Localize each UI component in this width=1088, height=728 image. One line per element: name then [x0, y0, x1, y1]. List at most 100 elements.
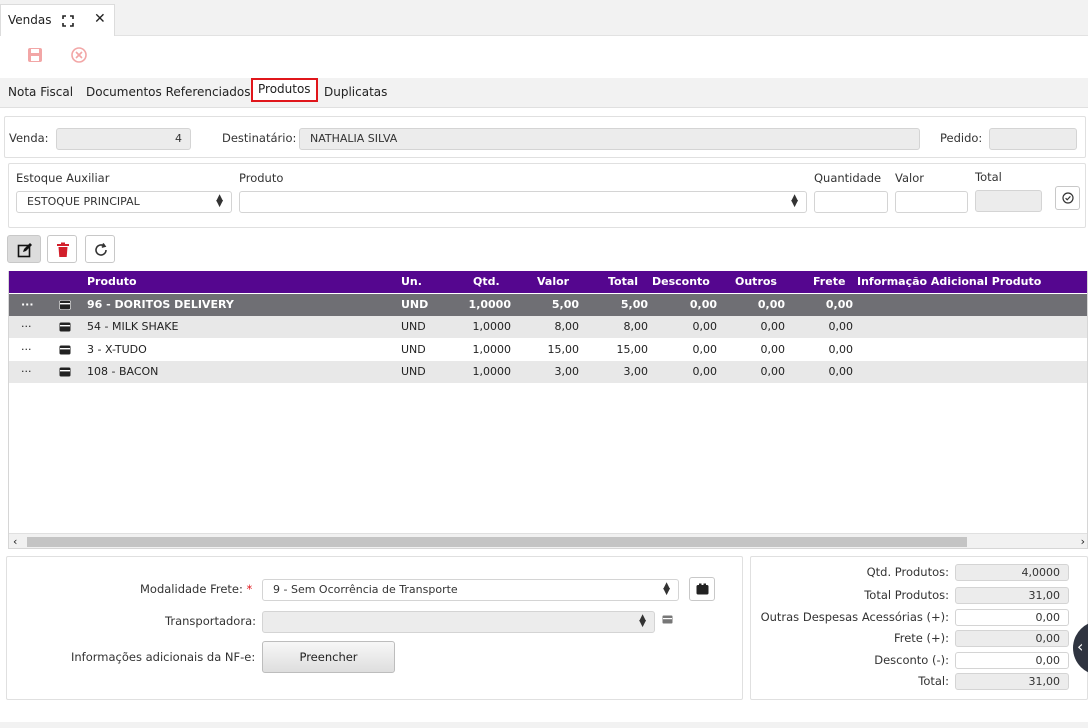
cancel-icon[interactable]: [70, 46, 88, 64]
col-qtd[interactable]: Qtd.: [473, 271, 500, 293]
outras-despesas-label: Outras Despesas Acessórias (+):: [760, 610, 949, 624]
row-menu-icon[interactable]: ···: [21, 294, 34, 316]
cell-un: UND: [401, 343, 426, 356]
cell-valor: 15,00: [547, 343, 580, 356]
delete-button[interactable]: [47, 235, 77, 263]
frete-field: 0,00: [955, 630, 1069, 647]
row-menu-icon[interactable]: ···: [21, 361, 32, 383]
box-icon: [696, 583, 709, 595]
total-label: Total:: [918, 674, 949, 688]
cell-total: 3,00: [623, 365, 649, 378]
estoque-select[interactable]: ESTOQUE PRINCIPAL ▲ ▼: [16, 191, 232, 213]
tab-documentos-referenciados[interactable]: Documentos Referenciados: [86, 82, 251, 102]
col-info-adicional[interactable]: Informação Adicional Produto: [857, 271, 1041, 293]
total-row: Total:: [751, 672, 949, 692]
destinatario-field[interactable]: NATHALIA SILVA: [299, 128, 920, 150]
destinatario-label: Destinatário:: [222, 131, 297, 145]
col-un[interactable]: Un.: [401, 271, 422, 293]
check-circle-icon: [1062, 192, 1074, 204]
cell-desconto: 0,00: [692, 365, 718, 378]
modalidade-frete-select[interactable]: 9 - Sem Ocorrência de Transporte ▲ ▼: [262, 579, 679, 601]
select-caret-icon: ▲ ▼: [639, 613, 646, 629]
cell-qtd: 1,0000: [472, 320, 512, 333]
desconto-input[interactable]: 0,00: [955, 652, 1069, 669]
valor-input[interactable]: [895, 191, 968, 213]
cell-frete: 0,00: [828, 343, 854, 356]
col-total[interactable]: Total: [608, 271, 638, 293]
modalidade-frete-label: Modalidade Frete: *: [140, 582, 253, 596]
trash-icon: [57, 242, 69, 257]
grid-header: Produto Un. Qtd. Valor Total Desconto Ou…: [9, 271, 1087, 293]
side-panel-toggle[interactable]: ‹: [1073, 621, 1088, 675]
cell-outros: 0,00: [760, 365, 786, 378]
venda-field[interactable]: 4: [56, 128, 191, 150]
desconto-label: Desconto (-):: [874, 653, 949, 667]
expand-icon[interactable]: [62, 15, 74, 27]
produto-select[interactable]: ▲ ▼: [239, 191, 807, 213]
cell-qtd: 1,0000: [472, 343, 512, 356]
table-row[interactable]: ··· 96 - DORITOS DELIVERY UND 1,0000 5,0…: [9, 294, 1087, 316]
table-row[interactable]: ··· 108 - BACON UND 1,0000 3,00 3,00 0,0…: [9, 361, 1087, 383]
cell-un: UND: [401, 320, 426, 333]
cell-outros: 0,00: [760, 343, 786, 356]
transportadora-select[interactable]: ▲ ▼: [262, 611, 655, 633]
info-adicionais-label: Informações adicionais da NF-e:: [71, 650, 256, 664]
freight-lookup-button[interactable]: [689, 577, 715, 601]
outras-despesas-input[interactable]: 0,00: [955, 609, 1069, 626]
cell-qtd: 1,0000: [468, 298, 511, 311]
col-desconto[interactable]: Desconto: [652, 271, 710, 293]
edit-button[interactable]: [7, 235, 41, 263]
cell-frete: 0,00: [828, 365, 854, 378]
save-icon[interactable]: [26, 46, 44, 64]
card-icon[interactable]: [59, 316, 71, 338]
chevron-left-icon: ‹: [1077, 637, 1084, 656]
products-grid: Produto Un. Qtd. Valor Total Desconto Ou…: [8, 271, 1088, 549]
add-item-panel: Estoque Auxiliar ESTOQUE PRINCIPAL ▲ ▼ Pr…: [8, 163, 1086, 228]
header-panel: Venda: 4 Destinatário: NATHALIA SILVA Pe…: [4, 116, 1086, 158]
col-valor[interactable]: Valor: [537, 271, 569, 293]
cell-produto: 54 - MILK SHAKE: [87, 320, 179, 333]
card-icon[interactable]: [662, 615, 673, 624]
cell-outros: 0,00: [760, 320, 786, 333]
col-frete[interactable]: Frete: [813, 271, 845, 293]
tab-duplicatas[interactable]: Duplicatas: [324, 82, 387, 102]
summary-panel: Qtd. Produtos: 4,0000 Total Produtos: 31…: [750, 556, 1088, 700]
scroll-right-icon[interactable]: ›: [1081, 534, 1085, 548]
quantidade-label: Quantidade: [814, 171, 882, 185]
estoque-label: Estoque Auxiliar: [16, 171, 110, 185]
horizontal-scrollbar[interactable]: ‹ ›: [9, 533, 1087, 548]
qtd-produtos-label: Qtd. Produtos:: [866, 565, 949, 579]
section-tabs: Nota Fiscal Documentos Referenciados Pro…: [0, 78, 1088, 108]
footer-strip: [0, 722, 1088, 728]
tab-produtos[interactable]: Produtos: [251, 78, 318, 102]
cell-valor: 3,00: [554, 365, 580, 378]
preencher-button[interactable]: Preencher: [262, 641, 395, 673]
cell-desconto: 0,00: [692, 343, 718, 356]
table-row[interactable]: ··· 3 - X-TUDO UND 1,0000 15,00 15,00 0,…: [9, 339, 1087, 361]
card-icon[interactable]: [59, 294, 71, 316]
scrollbar-thumb[interactable]: [27, 537, 967, 547]
confirm-item-button[interactable]: [1055, 186, 1080, 210]
row-menu-icon[interactable]: ···: [21, 339, 32, 361]
frete-label: Frete (+):: [893, 631, 949, 645]
refresh-button[interactable]: [85, 235, 115, 263]
venda-label: Venda:: [9, 131, 49, 145]
tab-nota-fiscal[interactable]: Nota Fiscal: [8, 82, 73, 102]
valor-label: Valor: [895, 171, 924, 185]
col-produto[interactable]: Produto: [87, 271, 137, 293]
card-icon[interactable]: [59, 361, 71, 383]
pedido-field[interactable]: [989, 128, 1077, 150]
row-menu-icon[interactable]: ···: [21, 316, 32, 338]
total-produtos-row: Total Produtos:: [751, 586, 949, 606]
total-produtos-field: 31,00: [955, 587, 1069, 604]
close-icon[interactable]: ✕: [94, 11, 106, 27]
document-tab-vendas[interactable]: Vendas ✕: [0, 4, 115, 36]
total-label: Total: [975, 170, 1002, 184]
table-row[interactable]: ··· 54 - MILK SHAKE UND 1,0000 8,00 8,00…: [9, 316, 1087, 338]
col-outros[interactable]: Outros: [735, 271, 777, 293]
card-icon[interactable]: [59, 339, 71, 361]
cell-total: 5,00: [620, 298, 648, 311]
quantidade-input[interactable]: [814, 191, 888, 213]
total-field: 31,00: [955, 673, 1069, 690]
scroll-left-icon[interactable]: ‹: [13, 534, 17, 548]
